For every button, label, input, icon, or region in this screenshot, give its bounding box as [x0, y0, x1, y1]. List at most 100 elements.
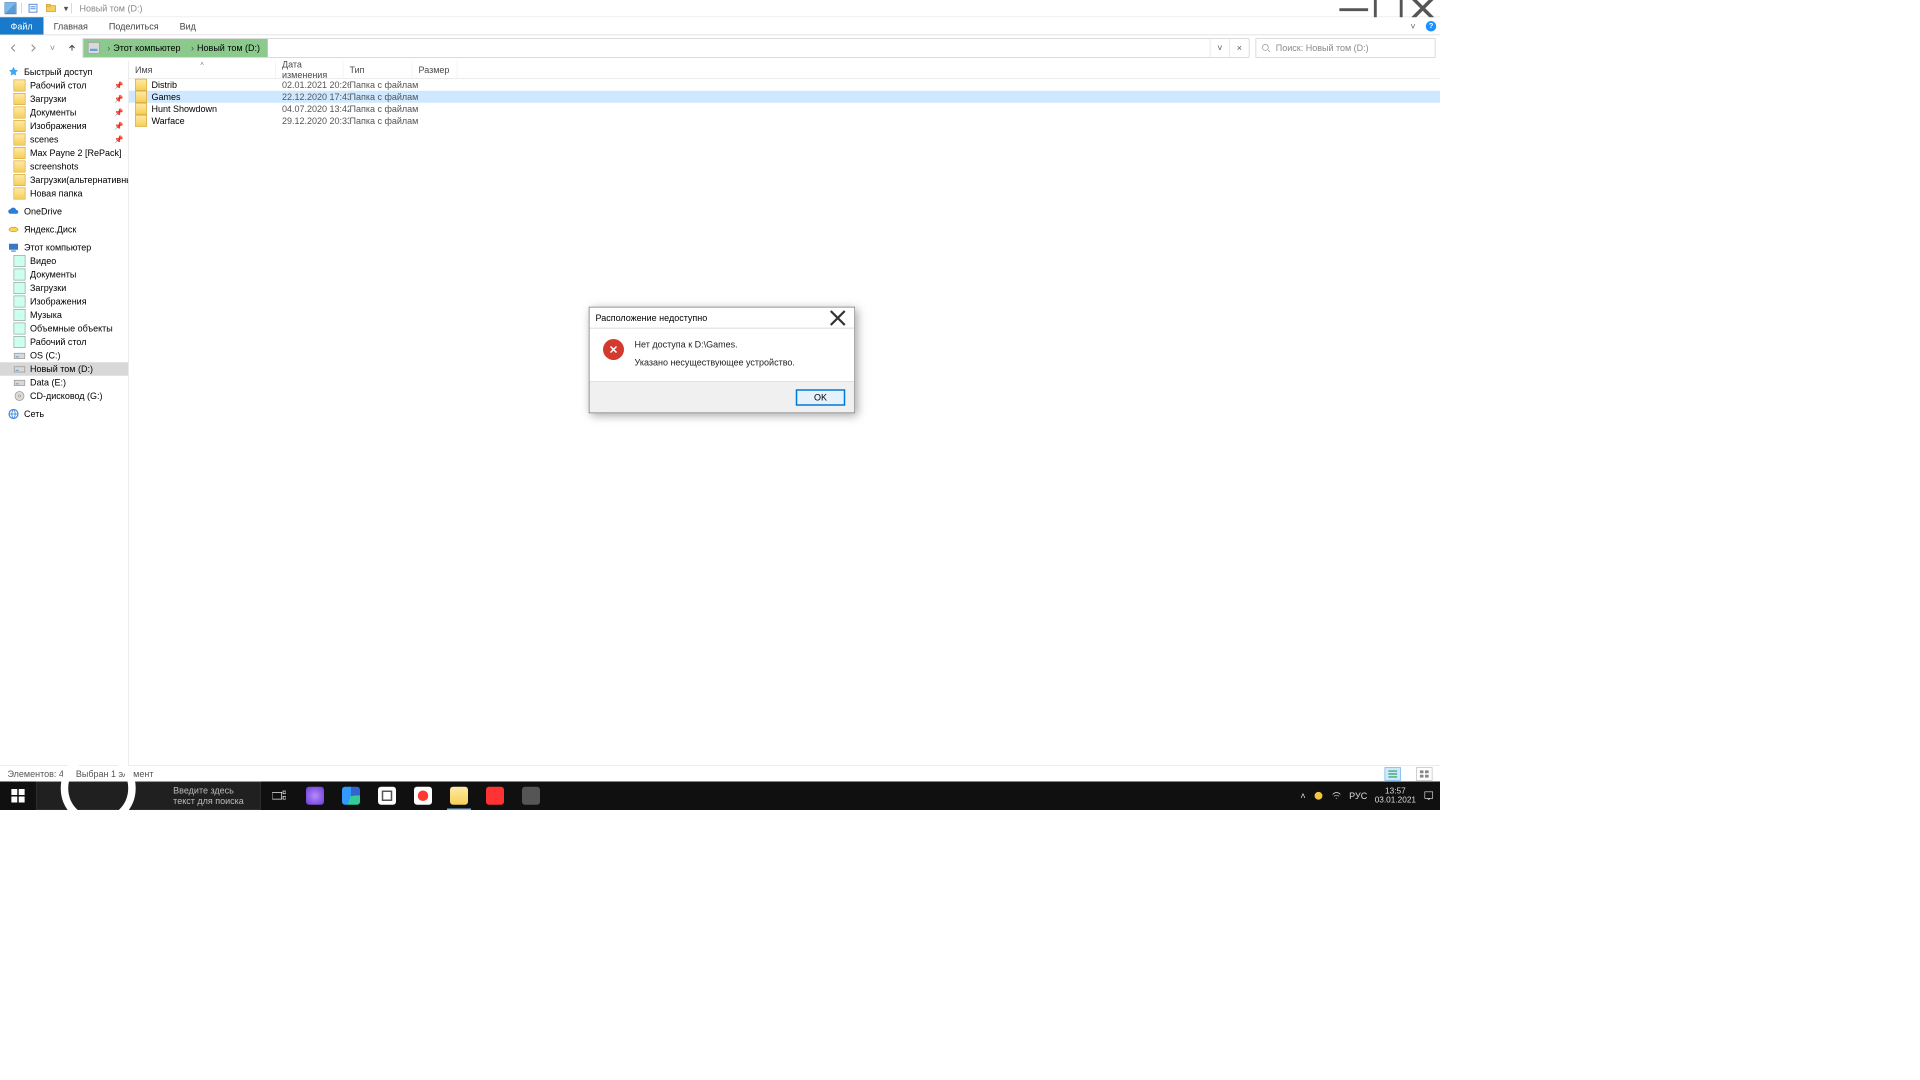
tree-pc-item[interactable]: Data (E:): [0, 376, 128, 390]
tab-home[interactable]: Главная: [43, 17, 98, 34]
library-icon: [14, 309, 26, 321]
tree-yandex-disk[interactable]: Яндекс.Диск: [0, 223, 128, 237]
tree-pc-item[interactable]: Видео: [0, 254, 128, 268]
tree-quick-item[interactable]: Изображения📌: [0, 119, 128, 133]
tree-pc-item[interactable]: Музыка: [0, 308, 128, 322]
status-bar: Элементов: 4 Выбран 1 элемент: [0, 765, 1440, 782]
nav-forward-button[interactable]: [24, 39, 42, 57]
address-bar[interactable]: ›Этот компьютер ›Новый том (D:) ˅ ×: [83, 38, 1250, 58]
tree-pc-item[interactable]: Документы: [0, 268, 128, 282]
help-icon: ?: [1426, 21, 1437, 32]
qat-dropdown-icon[interactable]: ▾: [62, 2, 70, 16]
minimize-button[interactable]: [1337, 0, 1372, 17]
close-button[interactable]: [1406, 0, 1441, 17]
tab-share[interactable]: Поделиться: [98, 17, 169, 34]
tree-quick-item[interactable]: Max Payne 2 [RePack]: [0, 146, 128, 160]
breadcrumb-root[interactable]: Этот компьютер: [113, 43, 180, 54]
tab-view[interactable]: Вид: [169, 17, 206, 34]
tray-clock[interactable]: 13:57 03.01.2021: [1375, 787, 1416, 805]
tree-pc-item[interactable]: OS (C:): [0, 349, 128, 363]
tree-quick-item[interactable]: Новая папка: [0, 187, 128, 201]
column-name[interactable]: Имя ˄: [129, 61, 276, 78]
taskbar-app-store[interactable]: [369, 782, 405, 811]
taskbar-app-edge[interactable]: [333, 782, 369, 811]
error-icon: [603, 339, 624, 360]
tray-language[interactable]: РУС: [1349, 791, 1367, 802]
tree-network[interactable]: Сеть: [0, 407, 128, 421]
pin-icon: 📌: [114, 95, 123, 103]
sort-asc-icon: ˄: [129, 60, 275, 68]
tree-pc-item[interactable]: Рабочий стол: [0, 335, 128, 349]
column-size[interactable]: Размер: [413, 61, 458, 78]
tree-quick-item[interactable]: Загрузки📌: [0, 92, 128, 106]
folder-icon: [135, 91, 147, 103]
tree-pc-item[interactable]: Загрузки: [0, 281, 128, 295]
task-view-button[interactable]: [261, 782, 297, 811]
pin-icon: 📌: [114, 81, 123, 89]
folder-icon: [14, 134, 26, 146]
folder-icon: [135, 103, 147, 115]
qat-properties-icon[interactable]: [26, 2, 40, 16]
tray-wifi-icon[interactable]: [1331, 791, 1342, 802]
list-item[interactable]: Games22.12.2020 17:43Папка с файлами: [129, 91, 1440, 103]
library-icon: [14, 282, 26, 294]
nav-back-button[interactable]: [5, 39, 23, 57]
app-icon: [5, 2, 17, 14]
tree-pc-item[interactable]: Изображения: [0, 295, 128, 309]
tree-pc-item[interactable]: Новый том (D:): [0, 362, 128, 376]
tree-pc-item[interactable]: CD-дисковод (G:): [0, 389, 128, 403]
taskbar-app-ybrowser[interactable]: [405, 782, 441, 811]
list-item[interactable]: Distrib02.01.2021 20:26Папка с файлами: [129, 79, 1440, 91]
column-type[interactable]: Тип: [344, 61, 413, 78]
dialog-ok-button[interactable]: OK: [796, 389, 846, 406]
search-input[interactable]: Поиск: Новый том (D:): [1256, 38, 1436, 58]
tray-chevron-icon[interactable]: ˄: [1300, 791, 1305, 802]
folder-icon: [14, 120, 26, 132]
library-icon: [14, 269, 26, 281]
address-clear-button[interactable]: ×: [1229, 39, 1249, 57]
column-date[interactable]: Дата изменения: [276, 61, 344, 78]
navigation-tree[interactable]: Быстрый доступ Рабочий стол📌Загрузки📌Док…: [0, 61, 129, 782]
tray-security-icon[interactable]: [1313, 791, 1324, 802]
help-button[interactable]: ?: [1422, 17, 1440, 34]
library-icon: [14, 336, 26, 348]
folder-icon: [14, 161, 26, 173]
tab-file[interactable]: Файл: [0, 17, 43, 34]
taskbar-app-explorer[interactable]: [441, 782, 477, 811]
tree-quick-item[interactable]: screenshots: [0, 160, 128, 174]
nav-recent-dropdown[interactable]: ˅: [44, 39, 62, 57]
tree-quick-item[interactable]: Документы📌: [0, 106, 128, 120]
nav-up-button[interactable]: [63, 39, 81, 57]
qat-newfolder-icon[interactable]: [44, 2, 58, 16]
tree-quick-access[interactable]: Быстрый доступ: [0, 65, 128, 79]
yandex-disk-icon: [8, 224, 20, 236]
address-dropdown-button[interactable]: ˅: [1210, 39, 1230, 57]
list-item[interactable]: Warface29.12.2020 20:33Папка с файлами: [129, 115, 1440, 127]
tree-this-pc[interactable]: Этот компьютер: [0, 241, 128, 255]
cd-icon: [14, 390, 26, 402]
folder-icon: [135, 115, 147, 127]
tray-notifications-icon[interactable]: [1424, 791, 1435, 802]
tree-quick-item[interactable]: Рабочий стол📌: [0, 79, 128, 93]
tree-onedrive[interactable]: OneDrive: [0, 205, 128, 219]
view-large-icons-button[interactable]: [1416, 767, 1433, 781]
taskbar-search[interactable]: Введите здесь текст для поиска: [36, 782, 261, 811]
breadcrumb-current[interactable]: Новый том (D:): [197, 43, 260, 54]
maximize-button[interactable]: [1371, 0, 1406, 17]
tree-quick-item[interactable]: scenes📌: [0, 133, 128, 147]
start-button[interactable]: [0, 782, 36, 811]
drive-icon: [14, 350, 26, 362]
list-item[interactable]: Hunt Showdown04.07.2020 13:42Папка с фай…: [129, 103, 1440, 115]
window-title: Новый том (D:): [80, 3, 143, 14]
tree-pc-item[interactable]: Объемные объекты: [0, 322, 128, 336]
folder-icon: [14, 80, 26, 92]
ribbon-collapse-icon[interactable]: ˅: [1404, 17, 1422, 34]
taskbar-app-yandex[interactable]: [477, 782, 513, 811]
dialog-close-button[interactable]: [827, 310, 848, 325]
column-headers[interactable]: Имя ˄ Дата изменения Тип Размер: [129, 61, 1440, 79]
taskbar-app-alice[interactable]: [297, 782, 333, 811]
taskbar-app-obs[interactable]: [513, 782, 549, 811]
search-icon: [46, 736, 166, 856]
tree-quick-item[interactable]: Загрузки(альтернативные): [0, 173, 128, 187]
view-details-button[interactable]: [1385, 767, 1402, 781]
